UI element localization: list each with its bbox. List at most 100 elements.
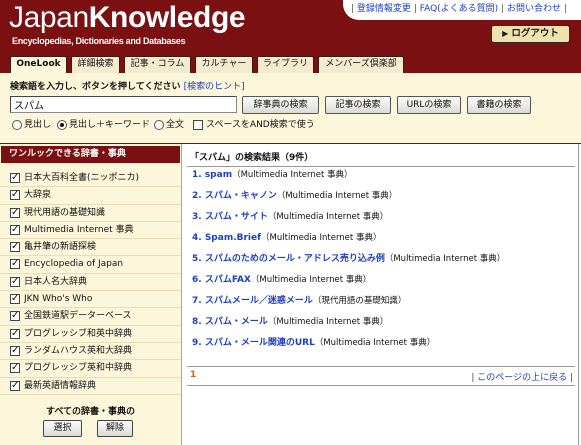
search-prompt: 検索語を入力し、ボタンを押してください	[10, 82, 181, 92]
result-link[interactable]: 9. スパム・メール関連のURL	[192, 338, 315, 348]
radio-headword-label[interactable]: 見出し	[24, 118, 51, 132]
result-title: スパムFAX	[204, 275, 251, 285]
search-articles-button[interactable]: 記事の検索	[325, 96, 391, 114]
tab-culture[interactable]: カルチャー	[195, 56, 253, 73]
tab-library[interactable]: ライブラリ	[257, 56, 314, 73]
dictionary-item[interactable]: Encyclopedia of Japan	[0, 256, 181, 274]
back-to-top-link[interactable]: このページの上に戻る	[477, 373, 567, 383]
dictionary-label: 最新英語情報辞典	[24, 380, 97, 391]
result-link[interactable]: 6. スパムFAX	[192, 275, 251, 285]
result-source: （Multimedia Internet 事典）	[276, 191, 398, 201]
dictionary-label: プログレッシブ英和中辞典	[24, 363, 133, 374]
back-to-top: | このページの上に戻る |	[420, 370, 573, 383]
result-item: 2. スパム・キャノン（Multimedia Internet 事典）	[192, 189, 575, 203]
result-link[interactable]: 5. スパムのためのメール・アドレス売り込み例	[192, 254, 385, 264]
result-link[interactable]: 1. spam	[192, 170, 232, 180]
radio-fulltext[interactable]	[154, 120, 164, 130]
dictionary-checkbox[interactable]	[10, 310, 20, 322]
tab-label: ライブラリ	[262, 59, 308, 69]
dictionary-checkbox[interactable]	[10, 189, 20, 201]
link-separator: |	[501, 4, 505, 14]
dictionary-checkbox[interactable]	[10, 207, 20, 219]
result-number: 1.	[192, 170, 202, 180]
dictionary-item[interactable]: Multimedia Internet 事典	[0, 222, 181, 240]
select-all-button[interactable]: 選択	[43, 420, 82, 437]
radio-headword-keyword-label[interactable]: 見出し＋キーワード	[69, 118, 150, 132]
dictionary-label: 現代用語の基礎知識	[24, 207, 106, 218]
result-link[interactable]: 2. スパム・キャノン	[192, 191, 277, 201]
tab-label: 記事・コラム	[130, 59, 185, 69]
result-number: 3.	[192, 212, 202, 222]
search-instructions: 検索語を入力し、ボタンを押してください [検索のヒント]	[10, 82, 245, 93]
radio-headword[interactable]	[12, 120, 22, 130]
dictionary-checkbox[interactable]	[10, 362, 20, 374]
search-dictionaries-button[interactable]: 辞事典の検索	[242, 96, 319, 114]
dictionary-label: 全国鉄道駅データーベース	[24, 311, 132, 322]
dictionary-item[interactable]: 日本大百科全書(ニッポニカ)	[0, 170, 181, 188]
dictionary-label: 日本大百科全書(ニッポニカ)	[24, 173, 140, 183]
sidebar-title: ワンルックできる辞書・事典	[1, 146, 180, 163]
result-source: （Multimedia Internet 事典）	[250, 275, 372, 285]
dictionary-checkbox[interactable]	[10, 224, 20, 236]
and-search-checkbox[interactable]	[193, 120, 203, 130]
search-input[interactable]	[10, 96, 237, 113]
result-link[interactable]: 7. スパムメール／迷惑メール	[192, 296, 313, 306]
result-title: スパムメール／迷惑メール	[204, 296, 313, 306]
radio-headword-keyword[interactable]	[57, 120, 67, 130]
dictionary-item[interactable]: ランダムハウス英和大辞典	[0, 343, 181, 361]
dictionary-item[interactable]: 現代用語の基礎知識	[0, 205, 181, 222]
faq-link[interactable]: FAQ(よくある質問)	[420, 4, 498, 14]
tab-articles-columns[interactable]: 記事・コラム	[124, 56, 191, 73]
dictionary-item[interactable]: 最新英語情報辞典	[0, 378, 181, 395]
dictionary-item[interactable]: 亀井肇の新語探検	[0, 239, 181, 257]
result-title: Spam.Brief	[204, 233, 262, 243]
account-settings-link[interactable]: 登録情報変更	[357, 4, 411, 14]
radio-fulltext-label[interactable]: 全文	[166, 118, 184, 132]
dictionary-checkbox[interactable]	[10, 172, 20, 184]
search-url-button[interactable]: URLの検索	[397, 96, 461, 114]
result-link[interactable]: 8. スパム・メール	[192, 317, 268, 327]
dictionary-item[interactable]: 全国鉄道駅データーベース	[0, 308, 181, 326]
link-separator: |	[563, 4, 567, 14]
dictionary-item[interactable]: 日本人名大辞典	[0, 274, 181, 292]
dictionary-item[interactable]: JKN Who's Who	[0, 291, 181, 309]
result-source: （Multimedia Internet 事典）	[261, 233, 382, 243]
dictionary-label: プログレッシブ和英中辞典	[24, 328, 133, 339]
site-logo[interactable]: JapanKnowledge	[9, 2, 246, 34]
dictionary-checkbox[interactable]	[10, 241, 20, 253]
logout-button[interactable]: ▶ ログアウト	[491, 25, 570, 43]
dictionary-item[interactable]: プログレッシブ英和中辞典	[0, 360, 181, 378]
dictionary-checkbox[interactable]	[10, 345, 20, 357]
clear-all-button[interactable]: 解除	[97, 420, 133, 437]
link-separator: |	[569, 373, 573, 383]
dictionary-checkbox[interactable]	[10, 276, 20, 288]
all-dictionaries-label: すべての辞書・事典の	[45, 407, 135, 417]
dictionary-checkbox[interactable]	[10, 258, 20, 270]
result-title: スパム・メール	[204, 317, 268, 327]
search-books-button[interactable]: 書籍の検索	[467, 96, 531, 114]
result-title: スパム・メール関連のURL	[204, 338, 315, 348]
result-number: 8.	[192, 317, 202, 327]
result-link[interactable]: 3. スパム・サイト	[192, 212, 268, 222]
tab-onelook[interactable]: OneLook	[10, 56, 67, 73]
result-item: 5. スパムのためのメール・アドレス売り込み例（Multimedia Inter…	[192, 252, 575, 266]
result-item: 3. スパム・サイト（Multimedia Internet 事典）	[192, 210, 575, 224]
contact-link[interactable]: お問い合わせ	[507, 4, 561, 14]
tab-advanced-search[interactable]: 詳細検索	[71, 56, 120, 73]
tab-members-club[interactable]: メンバーズ倶楽部	[318, 56, 404, 73]
dictionary-checkbox[interactable]	[10, 293, 20, 305]
result-number: 6.	[192, 275, 202, 285]
result-number: 2.	[192, 191, 202, 201]
result-item: 7. スパムメール／迷惑メール（現代用語の基礎知識）	[192, 294, 575, 308]
dictionary-label: Encyclopedia of Japan	[24, 259, 124, 270]
dictionary-checkbox[interactable]	[10, 380, 20, 392]
dictionary-checkbox[interactable]	[10, 328, 20, 340]
result-title: スパム・サイト	[204, 212, 268, 222]
result-item: 4. Spam.Brief（Multimedia Internet 事典）	[192, 231, 575, 245]
play-arrow-icon: ▶	[502, 29, 509, 38]
result-link[interactable]: 4. Spam.Brief	[192, 233, 261, 243]
dictionary-item[interactable]: プログレッシブ和英中辞典	[0, 326, 181, 343]
dictionary-item[interactable]: 大辞泉	[0, 187, 181, 205]
and-search-label[interactable]: スペースをAND検索で使う	[206, 118, 315, 132]
search-hint-link[interactable]: [検索のヒント]	[184, 82, 245, 92]
